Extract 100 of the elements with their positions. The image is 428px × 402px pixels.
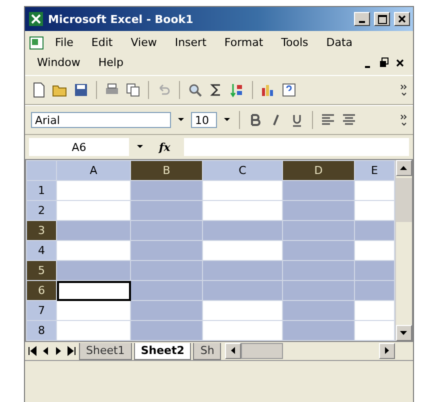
last-sheet-icon[interactable]	[66, 344, 77, 358]
column-header[interactable]: C	[202, 160, 282, 180]
table-cell[interactable]	[202, 220, 282, 240]
table-cell[interactable]	[130, 300, 202, 320]
table-cell[interactable]	[130, 220, 202, 240]
sheet-tab[interactable]: Sheet1	[79, 342, 132, 360]
table-cell[interactable]	[130, 200, 202, 220]
down-arrow-icon	[400, 330, 408, 336]
row-header[interactable]: 3	[26, 220, 56, 240]
column-header[interactable]: D	[282, 160, 354, 180]
column-header[interactable]: B	[130, 160, 202, 180]
align-center-icon[interactable]	[341, 112, 357, 128]
first-sheet-icon[interactable]	[27, 344, 38, 358]
scroll-down-button[interactable]	[396, 325, 412, 341]
close-icon	[398, 15, 406, 23]
window-title: Microsoft Excel - Book1	[48, 12, 194, 26]
table-cell[interactable]	[130, 180, 202, 200]
search-icon[interactable]	[187, 82, 203, 98]
table-cell[interactable]	[282, 300, 354, 320]
save-icon[interactable]	[73, 82, 89, 98]
table-cell[interactable]	[130, 320, 202, 340]
table-cell[interactable]	[282, 180, 354, 200]
overflow-icon[interactable]	[399, 82, 407, 98]
menu-item[interactable]: Help	[90, 53, 132, 73]
sort-icon[interactable]	[229, 82, 245, 98]
column-header[interactable]: E	[354, 160, 394, 180]
menu-item[interactable]: Tools	[273, 33, 316, 53]
scroll-thumb[interactable]	[396, 178, 412, 222]
scroll-left-button[interactable]	[225, 343, 242, 359]
table-cell[interactable]	[130, 260, 202, 280]
new-document-icon[interactable]	[31, 82, 47, 98]
horizontal-scroll-thumb[interactable]	[241, 343, 284, 359]
table-cell[interactable]	[354, 320, 394, 340]
table-cell[interactable]	[202, 320, 282, 340]
close-icon[interactable]	[395, 57, 405, 69]
table-cell[interactable]	[56, 180, 130, 200]
copy-icon[interactable]	[125, 82, 141, 98]
column-header[interactable]: A	[56, 160, 130, 180]
excel-logo-icon	[28, 11, 44, 27]
menu-item[interactable]: Insert	[166, 33, 214, 53]
table-cell[interactable]	[56, 260, 130, 280]
font-size-field[interactable]: 10	[191, 112, 217, 128]
overflow-icon[interactable]	[399, 112, 407, 128]
restore-icon[interactable]	[379, 57, 389, 69]
row-header[interactable]: 1	[26, 180, 56, 200]
table-cell[interactable]	[354, 200, 394, 220]
table-cell[interactable]	[282, 260, 354, 280]
scroll-up-button[interactable]	[396, 160, 412, 176]
table-cell[interactable]	[56, 240, 130, 260]
table-cell[interactable]	[282, 320, 354, 340]
table-cell[interactable]	[202, 260, 282, 280]
table-cell[interactable]	[130, 240, 202, 260]
table-cell[interactable]	[56, 320, 130, 340]
table-cell[interactable]	[282, 240, 354, 260]
table-cell[interactable]	[354, 260, 394, 280]
workbook-icon[interactable]	[29, 35, 45, 51]
table-cell[interactable]	[282, 220, 354, 240]
minimize-button[interactable]	[354, 12, 370, 26]
help-icon[interactable]	[281, 82, 297, 98]
menu-item[interactable]: Data	[318, 33, 361, 53]
align-left-icon[interactable]	[320, 112, 336, 128]
close-button[interactable]	[394, 12, 410, 26]
chart-icon[interactable]	[260, 82, 276, 98]
table-cell[interactable]	[202, 240, 282, 260]
active-cell[interactable]	[56, 280, 130, 300]
name-box[interactable]: A6	[29, 138, 129, 156]
maximize-button[interactable]	[374, 12, 390, 26]
table-cell[interactable]	[202, 280, 282, 300]
table-cell[interactable]	[354, 300, 394, 320]
scroll-right-button[interactable]	[379, 343, 395, 359]
row-header[interactable]: 6	[26, 280, 56, 300]
row-header[interactable]: 5	[26, 260, 56, 280]
right-arrow-icon	[384, 347, 390, 355]
table-cell[interactable]	[56, 300, 130, 320]
table-cell[interactable]	[354, 280, 394, 300]
row-header[interactable]: 2	[26, 200, 56, 220]
table-cell[interactable]	[282, 280, 354, 300]
table-cell[interactable]	[56, 200, 130, 220]
sheet-tab[interactable]: Sheet2	[134, 342, 192, 360]
table-cell[interactable]	[354, 240, 394, 260]
table-cell[interactable]	[130, 280, 202, 300]
row-header[interactable]: 4	[26, 240, 56, 260]
menu-item[interactable]: Window	[29, 53, 88, 73]
menu-item[interactable]: File	[47, 33, 82, 53]
table-cell[interactable]	[56, 220, 130, 240]
font-field[interactable]: Arial	[31, 112, 171, 128]
row-header[interactable]: 7	[26, 300, 56, 320]
row-header[interactable]: 8	[26, 320, 56, 340]
table-cell[interactable]	[202, 180, 282, 200]
function-label[interactable]: fx	[159, 140, 170, 154]
sheet-tab[interactable]: Sh	[193, 342, 222, 360]
table-cell[interactable]	[354, 220, 394, 240]
menu-item[interactable]: Edit	[83, 33, 121, 53]
table-cell[interactable]	[282, 200, 354, 220]
table-cell[interactable]	[202, 300, 282, 320]
formula-field[interactable]	[184, 138, 409, 156]
table-cell[interactable]	[354, 180, 394, 200]
menu-item[interactable]: Format	[216, 33, 272, 53]
menu-item[interactable]: View	[122, 33, 165, 53]
table-cell[interactable]	[202, 200, 282, 220]
